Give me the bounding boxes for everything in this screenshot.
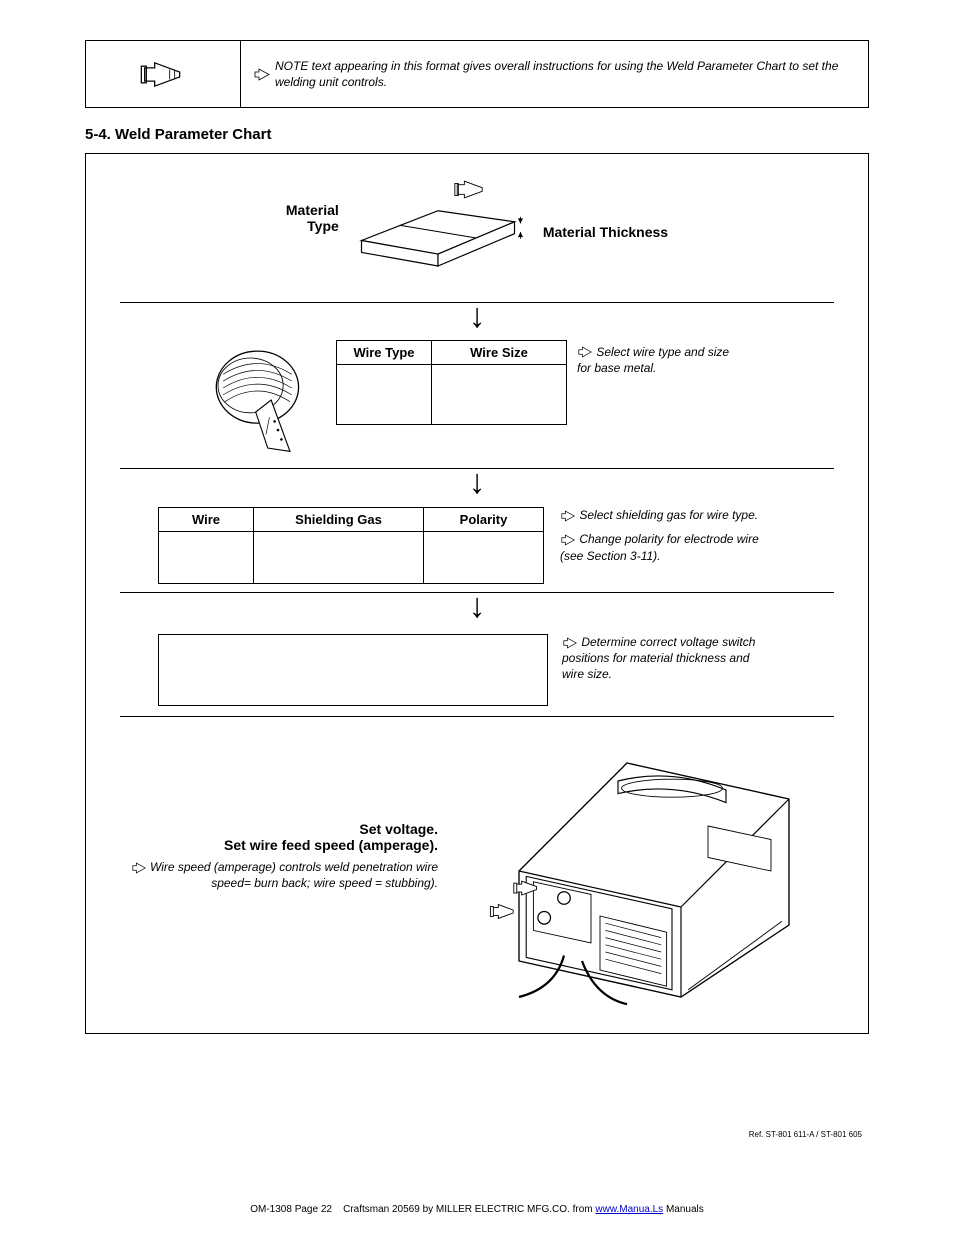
table-cell — [432, 364, 567, 424]
footer-link[interactable]: www.Manua.Ls — [595, 1204, 663, 1215]
label-placeholder — [158, 634, 548, 706]
wire-spool-illustration — [206, 340, 326, 460]
arrow-down-icon: ↓ — [108, 301, 846, 332]
table-header: Shielding Gas — [254, 508, 424, 532]
pointing-hand-icon — [577, 346, 593, 358]
machine-step: Set voltage. Set wire feed speed (ampera… — [108, 731, 846, 1011]
section-heading: 5-4. Weld Parameter Chart — [85, 126, 869, 143]
arrow-down-icon: ↓ — [108, 591, 846, 622]
pointing-hand-icon — [560, 510, 576, 522]
pointing-hand-icon — [560, 534, 576, 546]
note-row: NOTE text appearing in this format gives… — [85, 40, 869, 108]
material-step: Material Type — [108, 172, 846, 292]
gas-notes: Select shielding gas for wire type. Chan… — [560, 507, 760, 564]
material-type-label: Material Type — [286, 172, 339, 234]
note-paragraph: NOTE text appearing in this format gives… — [275, 58, 856, 90]
table-header: Polarity — [424, 508, 544, 532]
arrow-down-icon: ↓ — [108, 467, 846, 498]
table-cell — [159, 532, 254, 584]
pointing-hand-icon — [562, 637, 578, 649]
gas-step: Wire Shielding Gas Polarity Select shiel… — [158, 507, 846, 584]
table-header: Wire — [159, 508, 254, 532]
note-icon-box — [85, 40, 240, 108]
plate-illustration — [353, 172, 523, 292]
gas-table: Wire Shielding Gas Polarity — [158, 507, 544, 584]
table-cell — [424, 532, 544, 584]
note-text: NOTE text appearing in this format gives… — [240, 40, 869, 108]
material-thickness-label: Material Thickness — [537, 172, 668, 240]
table-cell — [254, 532, 424, 584]
page-footer: OM-1308 Page 22 Craftsman 20569 by MILLE… — [0, 1204, 954, 1215]
wire-table: Wire Type Wire Size — [336, 340, 567, 425]
parameter-chart-box: Material Type — [85, 153, 869, 1034]
select-step: Determine correct voltage switch positio… — [158, 634, 846, 706]
pointing-hand-icon — [131, 862, 147, 874]
wire-step: Wire Type Wire Size Select wire type and… — [206, 340, 846, 460]
table-header: Wire Size — [432, 340, 567, 364]
machine-instructions: Set voltage. Set wire feed speed (ampera… — [108, 731, 438, 891]
reference-code: Ref. ST-801 611-A / ST-801 605 — [749, 1130, 862, 1139]
welder-machine-illustration — [456, 731, 816, 1011]
select-note: Determine correct voltage switch positio… — [562, 634, 762, 683]
pointing-hand-icon — [138, 57, 188, 92]
pointing-hand-icon — [253, 68, 271, 81]
table-cell — [337, 364, 432, 424]
wire-note: Select wire type and size for base metal… — [577, 340, 737, 376]
table-header: Wire Type — [337, 340, 432, 364]
